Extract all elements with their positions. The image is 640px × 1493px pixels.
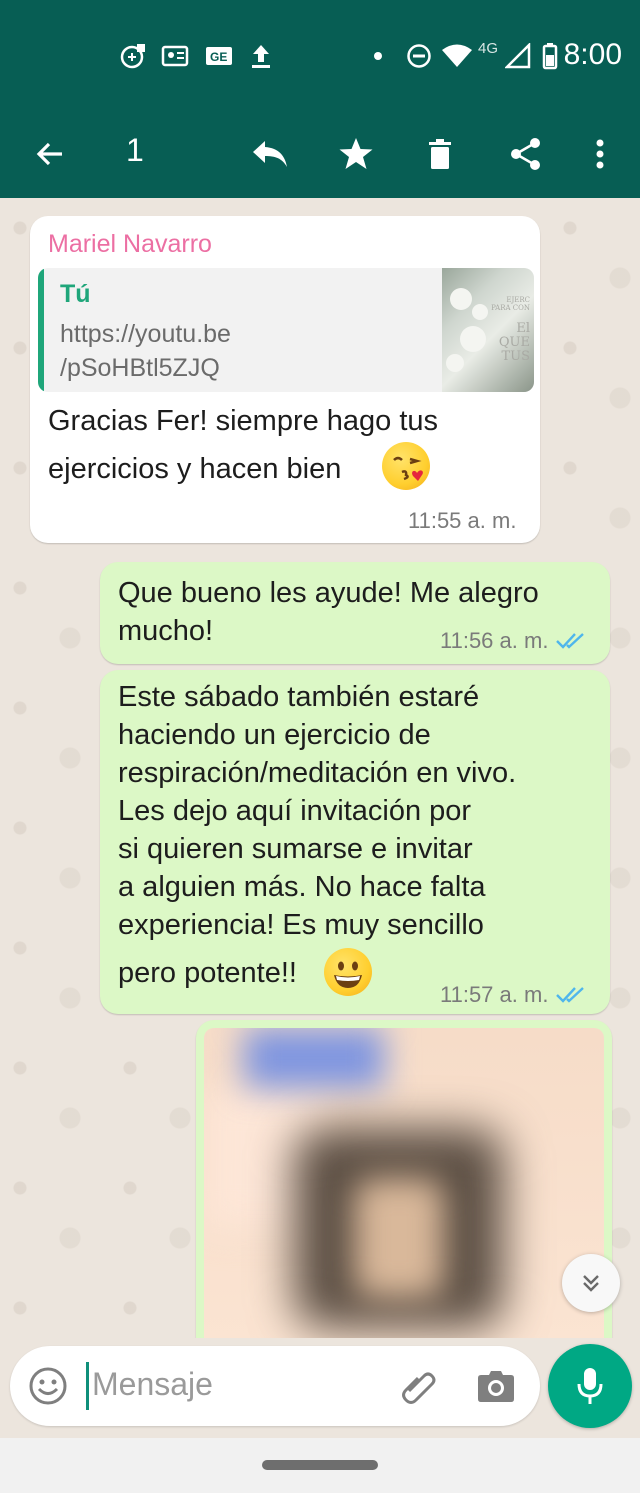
timestamp: 11:57 a. m. [440,982,549,1007]
battery-icon [540,42,560,70]
quote-link-line-2: /pSoHBtl5ZJQ [60,354,220,382]
dnd-icon [404,42,434,70]
signal-icon [504,42,532,70]
translate-icon: GE [204,42,234,70]
quote-thumbnail: EJERC PARA CON El QUE TUS [442,268,534,392]
network-type-label: 4G [478,40,499,57]
message-meta: 11:57 a. m. [440,982,586,1008]
outgoing-message[interactable]: Este sábado también estaré haciendo un e… [100,670,610,1014]
thumb-text-2: PARA CON [491,304,530,312]
camera-icon[interactable] [474,1364,518,1408]
kissing-face-emoji [382,442,430,490]
thumb-text-1: EJERC [506,296,530,304]
delete-icon[interactable] [414,128,466,180]
attach-icon[interactable] [396,1364,440,1408]
home-gesture-handle[interactable] [262,1460,378,1470]
message-text-line-1: Gracias Fer! siempre hago tus [48,405,439,437]
message-meta: 11:56 a. m. [440,628,586,654]
status-bar: GE 4G 8:00 [0,0,640,110]
dot-icon [370,42,386,70]
outgoing-message[interactable]: Que bueno les ayude! Me alegro mucho! 11… [100,562,610,664]
double-check-read-icon [556,987,585,1003]
system-nav-bar [0,1438,640,1493]
scroll-to-bottom-button[interactable] [562,1254,620,1312]
timestamp: 11:56 a. m. [440,628,549,653]
message-composer: Mensaje [0,1338,640,1438]
quote-accent-bar [38,268,44,392]
contacts-icon [160,42,190,70]
quote-link-line-1: https://youtu.be [60,320,231,348]
reply-icon[interactable] [244,128,296,180]
incoming-message[interactable]: Mariel Navarro Tú https://youtu.be /pSoH… [30,216,540,543]
upload-icon [246,42,276,70]
message-text-last-line: pero potente!! [118,957,297,989]
outgoing-image-message[interactable] [196,1020,612,1338]
timestamp: 11:55 a. m. [408,508,517,533]
grinning-face-emoji [324,948,372,996]
chat-area[interactable]: Mariel Navarro Tú https://youtu.be /pSoH… [0,198,640,1338]
more-vert-icon[interactable] [574,128,626,180]
double-check-read-icon [556,633,585,649]
blurred-image[interactable] [204,1028,604,1338]
thumb-text-3: El [516,321,530,336]
back-arrow-icon[interactable] [24,128,76,180]
app-header: GE 4G 8:00 1 [0,0,640,198]
selection-action-bar: 1 [0,110,640,198]
selected-count: 1 [126,132,144,168]
quote-author: Tú [60,280,91,308]
double-chevron-down-icon [583,1275,599,1292]
clock: 8:00 [563,38,622,71]
thumb-text-4: QUE [498,335,530,350]
quoted-message[interactable]: Tú https://youtu.be /pSoHBtl5ZJQ EJERC P… [38,268,534,392]
sender-name: Mariel Navarro [48,230,212,258]
sync-icon [118,42,148,70]
message-input-container[interactable]: Mensaje [10,1346,540,1426]
mic-icon [577,1368,603,1404]
star-icon[interactable] [330,128,382,180]
message-input[interactable]: Mensaje [92,1366,213,1403]
message-time: 11:55 a. m. [408,508,516,534]
wifi-icon [440,42,474,70]
emoji-icon[interactable] [26,1364,70,1408]
text-caret [86,1362,89,1410]
message-text-line-2: ejercicios y hacen bien [48,453,342,485]
message-text: Este sábado también estaré haciendo un e… [118,681,517,941]
svg-text:GE: GE [210,50,227,64]
voice-record-button[interactable] [548,1344,632,1428]
thumb-text-5: TUS [501,349,530,364]
share-icon[interactable] [500,128,552,180]
